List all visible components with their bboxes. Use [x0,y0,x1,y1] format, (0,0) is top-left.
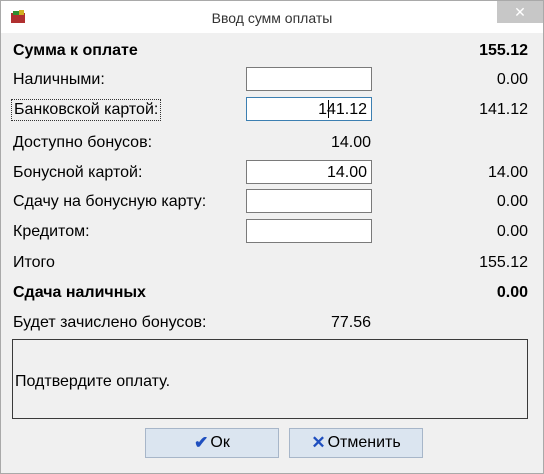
credit-label: Кредитом: [13,223,90,240]
card-input[interactable]: 141.12 [246,97,372,121]
close-button[interactable]: ✕ [497,1,543,23]
row-cash: Наличными: 0.00 [1,67,543,93]
change-cash-label: Сдача наличных [13,284,146,301]
bonus-card-input[interactable]: 14.00 [246,160,372,184]
bonus-accrued-label: Будет зачислено бонусов: [13,314,207,331]
message-text: Подтвердите оплату. [15,373,171,390]
card-value: 141.12 [479,101,528,118]
row-bonus-available: Доступно бонусов: 14.00 [1,130,543,156]
title-bar: Ввод сумм оплаты [1,1,543,33]
payment-dialog: Ввод сумм оплаты Сумма к оплате 155.12 Н… [0,0,544,474]
change-to-bonus-label: Сдачу на бонусную карту: [13,193,207,210]
row-card: Банковской картой: 141.12 141.12 [1,97,543,123]
cancel-button-label: Отменить [327,434,401,451]
change-cash-value: 0.00 [496,284,528,301]
text-caret [328,100,329,118]
card-input-value: 141.12 [318,101,367,118]
message-box: Подтвердите оплату. [12,339,528,419]
bonus-card-label: Бонусной картой: [13,164,143,181]
change-to-bonus-value: 0.00 [496,193,528,210]
row-bonus-card: Бонусной картой: 14.00 14.00 [1,160,543,186]
credit-value: 0.00 [496,223,528,240]
bonus-available-value: 14.00 [330,134,371,151]
card-label: Банковской картой: [11,99,162,121]
cash-value: 0.00 [496,71,528,88]
cash-label: Наличными: [13,71,105,88]
change-to-bonus-input[interactable] [246,189,372,213]
to-pay-value: 155.12 [479,42,528,59]
to-pay-label: Сумма к оплате [13,42,138,59]
check-icon: ✔ [194,433,209,452]
row-credit: Кредитом: 0.00 [1,219,543,245]
row-change-to-bonus: Сдачу на бонусную карту: 0.00 [1,189,543,215]
bonus-available-label: Доступно бонусов: [13,134,153,151]
credit-input[interactable] [246,219,372,243]
cash-input[interactable] [246,67,372,91]
row-total: Итого 155.12 [1,250,543,276]
window-title: Ввод сумм оплаты [211,10,333,26]
total-value: 155.12 [479,254,528,271]
bonus-card-value: 14.00 [487,164,528,181]
ok-button[interactable]: ✔ Ок [145,428,279,458]
cancel-button[interactable]: ✕ Отменить [289,428,423,458]
cross-icon: ✕ [311,433,326,452]
total-label: Итого [13,254,55,271]
row-change-cash: Сдача наличных 0.00 [1,280,543,306]
row-to-pay: Сумма к оплате 155.12 [1,38,543,64]
ok-button-label: Ок [210,434,230,451]
bonus-accrued-value: 77.56 [330,314,371,331]
dialog-body: Сумма к оплате 155.12 Наличными: 0.00 Ба… [1,33,543,473]
row-bonus-accrued: Будет зачислено бонусов: 77.56 [1,310,543,336]
close-icon: ✕ [514,4,526,20]
